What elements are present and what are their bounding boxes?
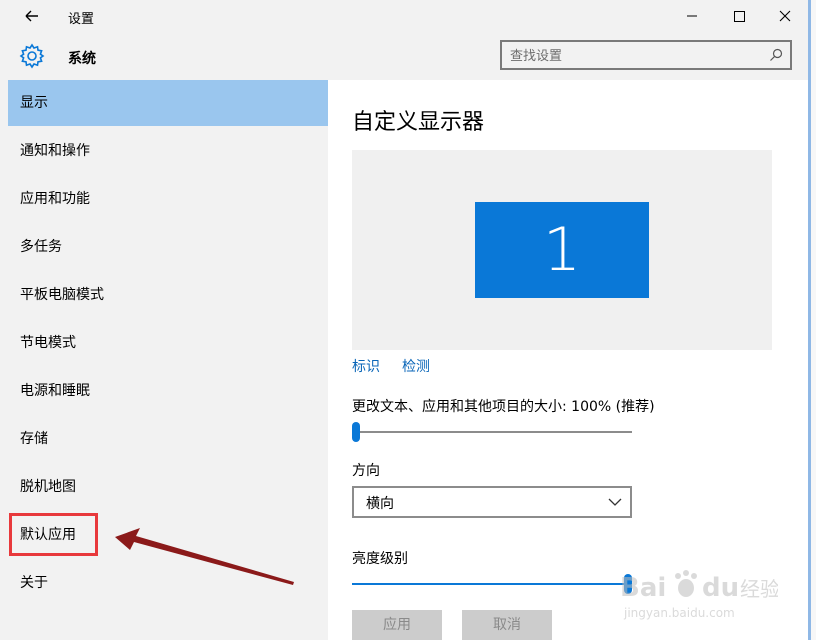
close-icon: [779, 10, 791, 22]
display-preview: 1: [352, 150, 772, 350]
brightness-slider-fill: [352, 583, 628, 585]
search-input[interactable]: [510, 47, 760, 65]
sidebar-item-multitasking[interactable]: 多任务: [8, 224, 328, 270]
sidebar-item-battery-saver[interactable]: 节电模式: [8, 320, 328, 366]
page-title: 自定义显示器: [352, 110, 485, 135]
close-button[interactable]: [762, 3, 808, 29]
sidebar-item-power-sleep[interactable]: 电源和睡眠: [8, 368, 328, 414]
cancel-button[interactable]: 取消: [462, 610, 552, 640]
gear-icon: [18, 42, 46, 70]
sidebar-item-apps-features[interactable]: 应用和功能: [8, 176, 328, 222]
monitor-tile[interactable]: 1: [475, 202, 649, 298]
brightness-label: 亮度级别: [352, 551, 408, 567]
sidebar-item-notifications[interactable]: 通知和操作: [8, 128, 328, 174]
settings-window: 设置 系统 显示 通知和操作 应用和功能 多任务 平板电脑模式: [0, 0, 809, 640]
display-settings-panel: 自定义显示器 1 标识 检测 更改文本、应用和其他项目的大小: 100% (推荐…: [328, 80, 808, 640]
sidebar-item-tablet-mode[interactable]: 平板电脑模式: [8, 272, 328, 318]
orientation-value: 横向: [366, 496, 394, 512]
window-title: 设置: [68, 12, 95, 27]
back-arrow-icon: [25, 10, 38, 22]
sidebar-item-default-apps[interactable]: 默认应用: [8, 512, 328, 558]
minimize-button[interactable]: [669, 3, 715, 29]
background-window-border: [808, 0, 811, 640]
sidebar-item-about[interactable]: 关于: [8, 560, 328, 606]
brightness-slider-thumb[interactable]: [624, 574, 632, 594]
search-box[interactable]: [500, 40, 792, 70]
scale-slider-track: [352, 431, 632, 433]
maximize-button[interactable]: [716, 3, 762, 29]
orientation-label: 方向: [352, 463, 380, 479]
scale-label: 更改文本、应用和其他项目的大小: 100% (推荐): [352, 399, 655, 415]
sidebar-item-display[interactable]: 显示: [8, 80, 328, 126]
sidebar-item-storage[interactable]: 存储: [8, 416, 328, 462]
detect-link[interactable]: 检测: [402, 356, 430, 376]
back-button[interactable]: [18, 4, 46, 28]
sidebar-nav: 显示 通知和操作 应用和功能 多任务 平板电脑模式 节电模式 电源和睡眠 存储 …: [8, 80, 328, 640]
minimize-icon: [687, 15, 697, 17]
apply-button[interactable]: 应用: [352, 610, 442, 640]
orientation-dropdown[interactable]: 横向: [352, 486, 632, 518]
title-bar: 设置: [0, 0, 808, 32]
brightness-slider[interactable]: [352, 574, 632, 594]
scale-slider[interactable]: [352, 422, 632, 442]
search-icon[interactable]: [768, 47, 784, 63]
maximize-icon: [734, 11, 745, 22]
chevron-down-icon: [608, 498, 622, 506]
scale-slider-thumb[interactable]: [352, 422, 360, 442]
sidebar-item-offline-maps[interactable]: 脱机地图: [8, 464, 328, 510]
identify-link[interactable]: 标识: [352, 356, 380, 376]
section-title: 系统: [68, 51, 96, 67]
background-window-edge: [808, 0, 816, 640]
